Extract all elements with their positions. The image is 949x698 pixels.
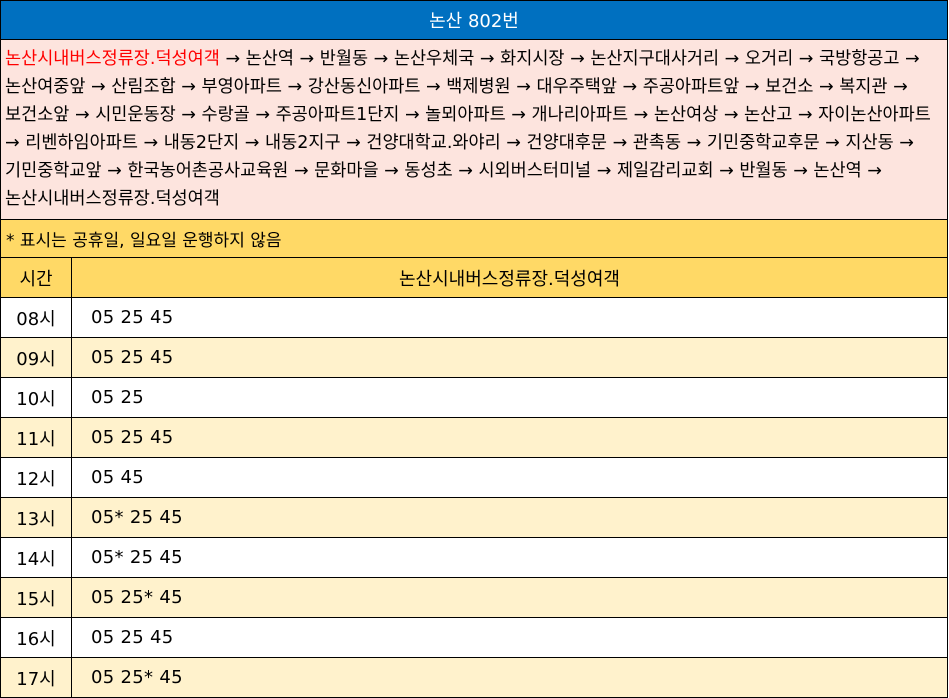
route-description: 논산시내버스정류장.덕성여객 → 논산역 → 반월동 → 논산우체국 → 화지시…: [1, 40, 947, 220]
hour-cell: 15시: [1, 577, 72, 618]
table-row: 16시 05 25 45: [1, 617, 947, 658]
page-title: 논산 802번: [1, 1, 947, 40]
table-row: 12시 05 45: [1, 457, 947, 498]
hour-cell: 10시: [1, 377, 72, 418]
hour-cell: 11시: [1, 417, 72, 458]
departure-column-header: 논산시내버스정류장.덕성여객: [71, 258, 947, 298]
table-row: 17시 05 25* 45: [1, 657, 947, 698]
table-row: 14시 05* 25 45: [1, 537, 947, 578]
hour-cell: 17시: [1, 657, 72, 698]
holiday-note: * 표시는 공휴일, 일요일 운행하지 않음: [1, 220, 947, 258]
departure-times-cell: 05 45: [71, 457, 947, 498]
hour-cell: 09시: [1, 337, 72, 378]
table-row: 15시 05 25* 45: [1, 577, 947, 618]
departure-times-cell: 05 25: [71, 377, 947, 418]
departure-times-cell: 05 25 45: [71, 417, 947, 458]
hour-cell: 13시: [1, 497, 72, 538]
departure-times-cell: 05 25 45: [71, 337, 947, 378]
table-row: 09시 05 25 45: [1, 337, 947, 378]
route-stops: → 논산역 → 반월동 → 논산우체국 → 화지시장 → 논산지구대사거리 → …: [5, 49, 931, 209]
hour-cell: 08시: [1, 297, 72, 338]
table-header-row: 시간 논산시내버스정류장.덕성여객: [1, 258, 947, 298]
route-start-stop: 논산시내버스정류장.덕성여객: [5, 49, 220, 69]
departure-times-cell: 05 25 45: [71, 617, 947, 658]
table-row: 08시 05 25 45: [1, 297, 947, 338]
departure-times-cell: 05 25* 45: [71, 657, 947, 698]
table-row: 11시 05 25 45: [1, 417, 947, 458]
hour-column-header: 시간: [1, 258, 72, 298]
hour-cell: 16시: [1, 617, 72, 658]
timetable-sheet: 논산 802번 논산시내버스정류장.덕성여객 → 논산역 → 반월동 → 논산우…: [0, 0, 948, 698]
departure-times-cell: 05 25* 45: [71, 577, 947, 618]
table-row: 13시 05* 25 45: [1, 497, 947, 538]
departure-times-cell: 05* 25 45: [71, 497, 947, 538]
departure-times-cell: 05* 25 45: [71, 537, 947, 578]
schedule-table: 시간 논산시내버스정류장.덕성여객 08시 05 25 45 09시 05 25…: [1, 258, 947, 698]
hour-cell: 12시: [1, 457, 72, 498]
table-row: 10시 05 25: [1, 377, 947, 418]
departure-times-cell: 05 25 45: [71, 297, 947, 338]
hour-cell: 14시: [1, 537, 72, 578]
